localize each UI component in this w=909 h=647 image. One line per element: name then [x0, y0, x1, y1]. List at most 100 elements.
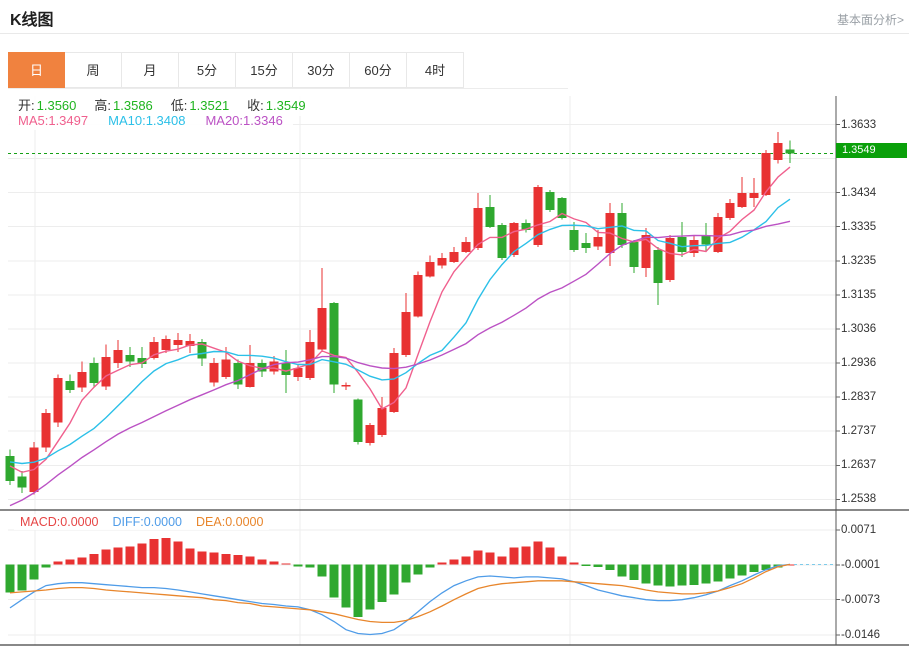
- macd-histogram-bar: [654, 564, 663, 585]
- macd-histogram-bar: [522, 547, 531, 565]
- candle-body: [282, 363, 291, 375]
- macd-histogram-bar: [714, 564, 723, 581]
- candle-body: [174, 340, 183, 345]
- candle-body: [750, 193, 759, 198]
- price-axis-label: 1.3135: [841, 288, 907, 302]
- candle-body: [378, 408, 387, 435]
- candle-body: [318, 308, 327, 350]
- macd-histogram-bar: [138, 544, 147, 565]
- macd-histogram-bar: [162, 538, 171, 564]
- macd-histogram-bar: [498, 557, 507, 565]
- macd-histogram-bar: [426, 564, 435, 567]
- candle-body: [354, 400, 363, 442]
- macd-histogram-bar: [690, 564, 699, 585]
- price-axis-label: 1.3335: [841, 220, 907, 234]
- ma-legend: MA5:1.3497MA10:1.3408MA20:1.3346: [8, 111, 293, 130]
- macd-histogram-bar: [570, 562, 579, 564]
- macd-histogram-bar: [18, 564, 27, 590]
- ma-legend-item-2: MA20:1.3346: [205, 113, 282, 128]
- ma-legend-item-0: MA5:1.3497: [18, 113, 88, 128]
- macd-histogram-bar: [258, 560, 267, 565]
- macd-histogram-bar: [222, 554, 231, 564]
- candle-body: [54, 378, 63, 423]
- candle-body: [66, 381, 75, 390]
- candle-body: [618, 213, 627, 245]
- price-axis-label: 1.3434: [841, 186, 907, 200]
- macd-histogram-bar: [594, 564, 603, 566]
- macd-histogram-bar: [234, 555, 243, 564]
- candle-body: [402, 312, 411, 355]
- candle-body: [210, 363, 219, 383]
- candle-body: [714, 217, 723, 252]
- macd-histogram-bar: [54, 562, 63, 565]
- macd-histogram-bar: [126, 547, 135, 565]
- macd-histogram-bar: [414, 564, 423, 574]
- candle-body: [774, 143, 783, 160]
- candle-body: [438, 258, 447, 265]
- macd-histogram-bar: [246, 557, 255, 565]
- macd-histogram-bar: [6, 564, 15, 592]
- price-axis-label: 1.2837: [841, 390, 907, 404]
- macd-histogram-bar: [438, 562, 447, 564]
- candle-body: [18, 477, 27, 488]
- macd-axis-label: 0.0071: [841, 523, 907, 537]
- macd-histogram-bar: [678, 564, 687, 585]
- candle-body: [42, 413, 51, 447]
- macd-histogram-bar: [102, 549, 111, 564]
- macd-histogram-bar: [450, 560, 459, 565]
- macd-histogram-bar: [150, 539, 159, 564]
- candle-body: [426, 262, 435, 277]
- candle-body: [786, 150, 795, 154]
- price-axis-label: 1.2737: [841, 424, 907, 438]
- macd-histogram-bar: [666, 564, 675, 586]
- macd-histogram-bar: [42, 564, 51, 567]
- candle-body: [570, 230, 579, 250]
- macd-histogram-bar: [378, 564, 387, 602]
- macd-histogram-bar: [66, 560, 75, 565]
- macd-axis-label: -0.0001: [841, 558, 907, 572]
- macd-histogram-bar: [78, 558, 87, 565]
- macd-histogram-bar: [510, 547, 519, 564]
- macd-histogram-bar: [318, 564, 327, 576]
- macd-histogram-bar: [366, 564, 375, 609]
- macd-legend-item-2: DEA:0.0000: [196, 515, 263, 529]
- candle-body: [594, 237, 603, 247]
- macd-histogram-bar: [354, 564, 363, 617]
- macd-histogram-bar: [198, 551, 207, 564]
- candle-body: [486, 207, 495, 227]
- macd-histogram-bar: [558, 557, 567, 565]
- macd-histogram-bar: [630, 564, 639, 580]
- candle-body: [582, 243, 591, 248]
- candle-body: [498, 225, 507, 258]
- macd-histogram-bar: [642, 564, 651, 583]
- current-price-tag: 1.3549: [836, 143, 907, 158]
- candle-body: [414, 275, 423, 317]
- macd-axis-label: -0.0146: [841, 628, 907, 642]
- macd-histogram-bar: [702, 564, 711, 583]
- candle-body: [462, 242, 471, 252]
- macd-histogram-bar: [306, 564, 315, 567]
- candle-body: [126, 355, 135, 362]
- candle-body: [738, 193, 747, 207]
- candle-body: [114, 350, 123, 363]
- macd-histogram-bar: [582, 564, 591, 566]
- macd-histogram-bar: [90, 554, 99, 564]
- macd-histogram-bar: [402, 564, 411, 582]
- price-axis-label: 1.2538: [841, 492, 907, 506]
- price-axis-label: 1.2637: [841, 458, 907, 472]
- candle-body: [102, 357, 111, 387]
- macd-histogram-bar: [750, 564, 759, 572]
- candle-body: [90, 363, 99, 383]
- macd-histogram-bar: [474, 550, 483, 564]
- candle-body: [450, 252, 459, 262]
- macd-legend-item-1: DIFF:0.0000: [113, 515, 182, 529]
- macd-histogram-bar: [342, 564, 351, 607]
- macd-legend-item-0: MACD:0.0000: [20, 515, 99, 529]
- candle-body: [546, 192, 555, 210]
- candle-body: [330, 303, 339, 385]
- macd-axis-label: -0.0073: [841, 593, 907, 607]
- candle-body: [678, 237, 687, 252]
- macd-histogram-bar: [534, 542, 543, 565]
- ma5-line: [10, 167, 790, 472]
- macd-histogram-bar: [186, 548, 195, 564]
